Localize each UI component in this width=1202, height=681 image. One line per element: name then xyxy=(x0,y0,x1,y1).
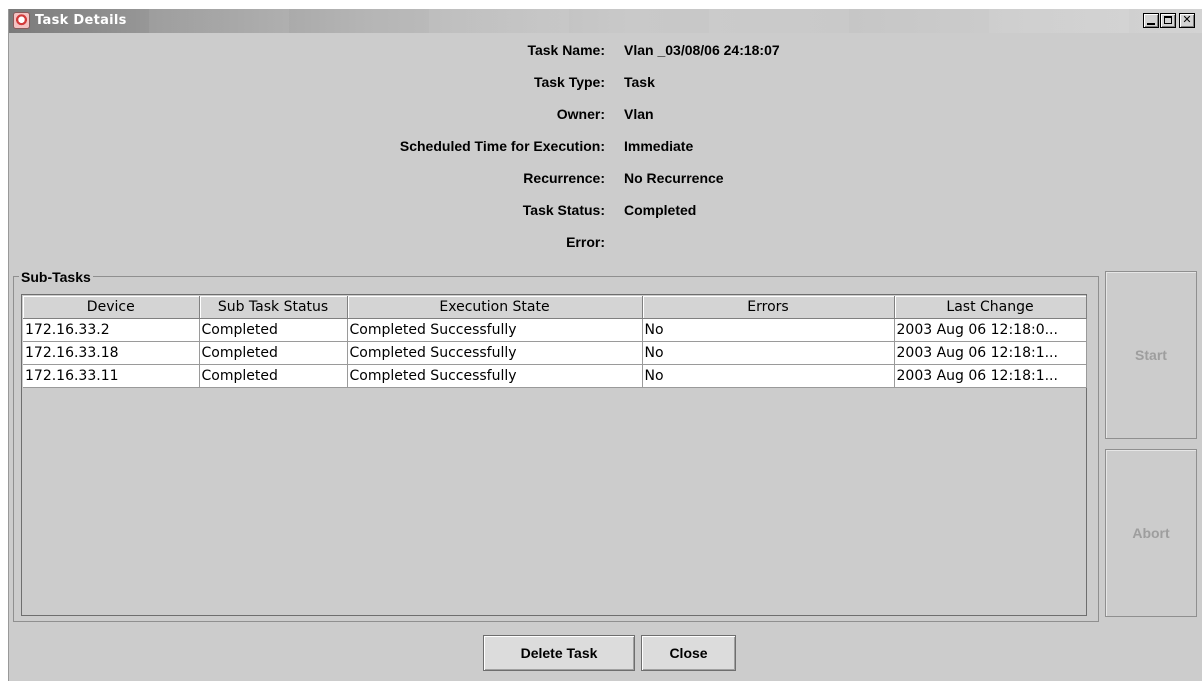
subtasks-title: Sub-Tasks xyxy=(19,269,93,285)
close-button[interactable]: Close xyxy=(641,635,736,671)
errors-cell: No xyxy=(642,364,895,388)
column-header-execution-state[interactable]: Execution State xyxy=(347,296,643,319)
task-name-row: Task Name: Vlan _03/08/06 24:18:07 xyxy=(9,42,1202,62)
recurrence-label: Recurrence: xyxy=(523,170,605,186)
error-label: Error: xyxy=(566,234,605,250)
task-type-label: Task Type: xyxy=(533,74,605,90)
last-change-cell: 2003 Aug 06 12:18:0... xyxy=(894,318,1087,342)
scheduled-time-label: Scheduled Time for Execution: xyxy=(399,138,605,154)
start-button[interactable]: Start xyxy=(1105,271,1197,439)
owner-label: Owner: xyxy=(556,106,605,122)
abort-button[interactable]: Abort xyxy=(1105,449,1197,617)
sub-task-status-cell: Completed xyxy=(199,318,348,342)
task-name-value: Vlan _03/08/06 24:18:07 xyxy=(624,42,780,58)
last-change-cell: 2003 Aug 06 12:18:1... xyxy=(894,341,1087,365)
table-row[interactable]: 172.16.33.11 Completed Completed Success… xyxy=(23,364,1087,388)
recurrence-row: Recurrence: No Recurrence xyxy=(9,170,1202,190)
sub-task-status-cell: Completed xyxy=(199,364,348,388)
column-header-device[interactable]: Device xyxy=(23,296,200,319)
task-name-label: Task Name: xyxy=(527,42,605,58)
task-type-row: Task Type: Task xyxy=(9,74,1202,94)
owner-row: Owner: Vlan xyxy=(9,106,1202,126)
last-change-cell: 2003 Aug 06 12:18:1... xyxy=(894,364,1087,388)
column-header-sub-task-status[interactable]: Sub Task Status xyxy=(199,296,348,319)
task-status-row: Task Status: Completed xyxy=(9,202,1202,222)
minimize-icon[interactable] xyxy=(1143,13,1159,28)
title-bar[interactable]: Task Details ✕ xyxy=(9,9,1202,33)
scheduled-time-row: Scheduled Time for Execution: Immediate xyxy=(9,138,1202,158)
column-header-errors[interactable]: Errors xyxy=(642,296,895,319)
task-type-value: Task xyxy=(624,74,655,90)
task-status-label: Task Status: xyxy=(522,202,605,218)
maximize-icon[interactable] xyxy=(1160,13,1176,28)
close-icon[interactable]: ✕ xyxy=(1179,13,1195,28)
errors-cell: No xyxy=(642,341,895,365)
delete-task-button[interactable]: Delete Task xyxy=(483,635,635,671)
java-app-icon[interactable] xyxy=(13,12,30,29)
device-cell: 172.16.33.2 xyxy=(23,318,200,342)
error-row: Error: xyxy=(9,234,1202,254)
subtasks-table[interactable]: Device Sub Task Status Execution State E… xyxy=(21,294,1087,616)
device-cell: 172.16.33.11 xyxy=(23,364,200,388)
owner-value: Vlan xyxy=(624,106,654,122)
table-row[interactable]: 172.16.33.18 Completed Completed Success… xyxy=(23,341,1087,365)
scheduled-time-value: Immediate xyxy=(624,138,694,154)
execution-state-cell: Completed Successfully xyxy=(347,341,643,365)
task-status-value: Completed xyxy=(624,202,697,218)
task-details-window: Task Details ✕ Task Name: Vlan _03/08/06… xyxy=(8,9,1202,681)
column-header-last-change[interactable]: Last Change xyxy=(894,296,1087,319)
table-header-row: Device Sub Task Status Execution State E… xyxy=(23,296,1087,319)
table-row[interactable]: 172.16.33.2 Completed Completed Successf… xyxy=(23,318,1087,342)
execution-state-cell: Completed Successfully xyxy=(347,318,643,342)
window-title: Task Details xyxy=(35,13,127,28)
errors-cell: No xyxy=(642,318,895,342)
recurrence-value: No Recurrence xyxy=(624,170,724,186)
sub-task-status-cell: Completed xyxy=(199,341,348,365)
device-cell: 172.16.33.18 xyxy=(23,341,200,365)
execution-state-cell: Completed Successfully xyxy=(347,364,643,388)
